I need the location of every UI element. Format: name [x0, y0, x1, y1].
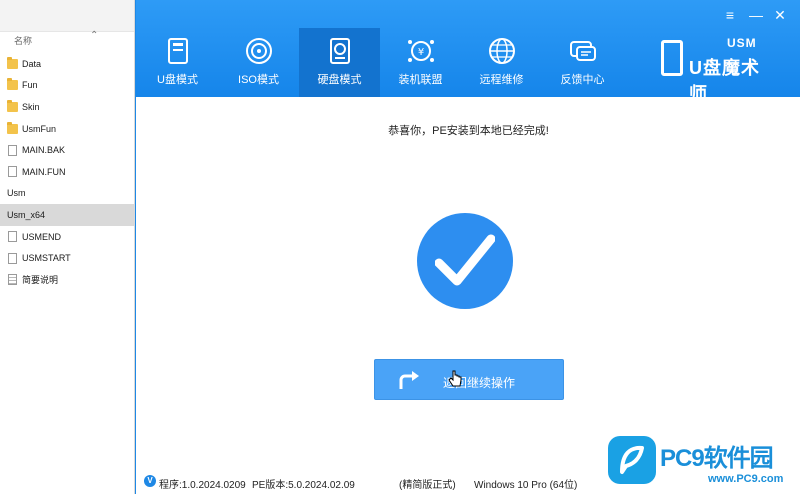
tab-usb-mode[interactable]: U盘模式	[137, 28, 218, 97]
tab-label: ISO模式	[238, 74, 279, 86]
file-list: Data Fun Skin UsmFun MAIN.BAK MAIN.FUN U…	[0, 53, 145, 291]
svg-text:¥: ¥	[417, 47, 423, 58]
tab-label: 远程维修	[479, 74, 524, 86]
close-button[interactable]: ✕	[768, 6, 792, 24]
globe-icon	[488, 38, 515, 64]
list-item[interactable]: Usm	[0, 53, 145, 205]
list-item[interactable]: MAIN.BAK	[0, 139, 134, 161]
tab-label: 反馈中心	[560, 74, 605, 86]
watermark-url: www.PC9.com	[708, 473, 784, 485]
completion-message: 恭喜你，PE安装到本地已经完成!	[388, 125, 549, 137]
edition-text: (精简版正式)	[399, 480, 456, 491]
return-continue-button[interactable]: 返回继续操作	[374, 359, 564, 400]
watermark-text: PC9软件园	[660, 445, 774, 472]
list-item[interactable]: UsmFun	[0, 118, 134, 140]
list-item-selected[interactable]: Usm_x64	[0, 53, 145, 226]
logo-usm-text: USM	[727, 36, 757, 50]
list-item[interactable]: MAIN.FUN	[0, 161, 134, 183]
hard-disk-icon	[329, 38, 350, 64]
money-network-icon: ¥	[407, 40, 434, 62]
tab-label: U盘模式	[157, 74, 198, 86]
name-column-header[interactable]: 名称	[14, 34, 32, 47]
file-icon	[8, 252, 17, 264]
text-file-icon	[8, 274, 17, 286]
file-explorer-pane: 名称 ⌃ Data Fun Skin UsmFun MAIN.BAK MAIN.…	[0, 0, 145, 494]
pe-version: PE版本:5.0.2024.02.09	[252, 480, 355, 491]
version-badge-icon: V	[144, 475, 156, 487]
folder-icon	[7, 56, 18, 69]
folder-icon	[7, 121, 18, 134]
return-arrow-icon	[399, 371, 419, 389]
tab-remote-repair[interactable]: 远程维修	[461, 28, 542, 97]
sort-chevron-icon[interactable]: ⌃	[90, 30, 98, 41]
os-text: Windows 10 Pro (64位)	[474, 480, 578, 491]
usm-logo: USM U盘魔术师	[659, 36, 777, 104]
tab-feedback-center[interactable]: 反馈中心	[542, 28, 623, 97]
list-item[interactable]: Fun	[0, 75, 134, 97]
file-icon	[8, 166, 17, 178]
usm-app-window: ≡ — ✕ U盘模式 ISO模式 硬盘模式 ¥ 装机联盟 远程维修 反馈中心 U…	[135, 0, 800, 494]
tab-hard-disk-mode[interactable]: 硬盘模式	[299, 28, 380, 97]
file-icon	[8, 231, 17, 243]
pc9-watermark: PC9软件园 www.PC9.com	[608, 436, 800, 494]
success-check-icon	[417, 213, 513, 309]
hand-cursor-icon	[448, 370, 462, 387]
list-item[interactable]: Data	[0, 53, 134, 75]
tab-label: 硬盘模式	[317, 74, 362, 86]
file-icon	[8, 144, 17, 156]
tab-install-alliance[interactable]: ¥ 装机联盟	[380, 28, 461, 97]
menu-button[interactable]: ≡	[718, 6, 742, 24]
list-item[interactable]: USMSTART	[0, 247, 134, 269]
logo-u-mark	[661, 40, 683, 76]
explorer-toolbar	[0, 0, 134, 32]
minimize-button[interactable]: —	[744, 6, 768, 24]
disc-icon	[245, 38, 272, 64]
tab-iso-mode[interactable]: ISO模式	[218, 28, 299, 97]
pc9-logo-icon	[608, 436, 656, 484]
program-version: 程序:1.0.2024.0209	[159, 480, 246, 491]
logo-brand-text: U盘魔术师	[689, 58, 760, 104]
folder-icon	[7, 99, 18, 112]
chat-bubble-icon	[569, 41, 596, 61]
list-item[interactable]: 简要说明	[0, 269, 134, 291]
folder-icon	[7, 78, 18, 91]
list-item[interactable]: USMEND	[0, 226, 134, 248]
usb-drive-icon	[167, 38, 188, 64]
app-header: ≡ — ✕ U盘模式 ISO模式 硬盘模式 ¥ 装机联盟 远程维修 反馈中心 U…	[136, 0, 800, 104]
tab-label: 装机联盟	[398, 74, 443, 86]
list-item[interactable]: Skin	[0, 96, 134, 118]
